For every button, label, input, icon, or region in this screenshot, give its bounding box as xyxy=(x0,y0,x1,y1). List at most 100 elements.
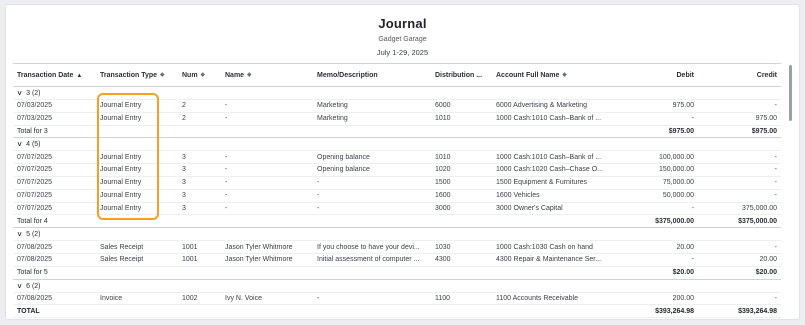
cell-distribution: 4300 xyxy=(431,253,492,267)
cell-credit: - xyxy=(698,150,781,165)
chevron-down-icon[interactable]: ∨ xyxy=(16,140,22,148)
cell-account: 3000 Owner's Capital xyxy=(492,202,615,216)
cell-account: 1000 Cash:1030 Cash on hand xyxy=(492,240,615,254)
group-total-label: Total for 3 xyxy=(13,125,615,139)
cell-memo: - xyxy=(313,292,431,306)
column-header-transaction-date[interactable]: Transaction Date ▲ xyxy=(13,63,96,87)
cell-distribution: 1100 xyxy=(431,292,492,306)
sort-icon[interactable]: ◆ xyxy=(247,72,251,78)
column-header-memo[interactable]: Memo/Description xyxy=(313,63,431,87)
table-row[interactable]: 07/08/2025 Sales Receipt 1001 Jason Tyler W… xyxy=(13,253,781,267)
cell-transaction-date: 07/08/2025 xyxy=(13,292,96,306)
cell-num: 1001 xyxy=(178,253,221,267)
scrollbar-thumb[interactable] xyxy=(789,65,792,121)
sort-icon[interactable]: ◆ xyxy=(201,72,205,78)
column-header-name[interactable]: Name ◆ xyxy=(221,63,313,87)
sort-icon[interactable]: ◆ xyxy=(562,72,566,78)
group-total-label: Total for 5 xyxy=(13,266,615,280)
cell-memo: Marketing xyxy=(313,112,431,126)
cell-name: - xyxy=(221,112,313,126)
sort-ascending-icon[interactable]: ▲ xyxy=(76,73,82,79)
chevron-down-icon[interactable]: ∨ xyxy=(16,230,22,238)
cell-name: - xyxy=(221,202,313,216)
report-company: Gadget Garage xyxy=(378,36,427,43)
cell-transaction-type: Journal Entry xyxy=(96,112,178,126)
group-label[interactable]: ∨ 3 (2) xyxy=(13,86,781,100)
cell-credit: 20.00 xyxy=(698,253,781,267)
group-total-debit: $975.00 xyxy=(615,125,698,139)
table-row[interactable]: 07/03/2025 Journal Entry 2- Marketing 1010 10… xyxy=(13,112,781,126)
journal-table: Transaction Date ▲ Transaction Type ◆ Num ◆… xyxy=(13,63,781,319)
cell-name: Ivy N. Voice xyxy=(221,292,313,306)
cell-memo: Marketing xyxy=(313,99,431,113)
report-title: Journal xyxy=(378,16,427,31)
group-total-debit: $20.00 xyxy=(615,266,698,280)
group-header-row[interactable]: ∨ 5 (2) xyxy=(13,227,781,242)
cell-memo: Initial assessment of computer ... xyxy=(313,253,431,267)
cell-debit: - xyxy=(615,202,698,216)
column-header-distribution[interactable]: Distribution ... xyxy=(431,63,492,87)
group-total-row: Total for 5 $20.00 $20.00 xyxy=(13,266,781,280)
group-label-text: 5 (2) xyxy=(26,231,41,239)
cell-distribution: 3000 xyxy=(431,202,492,216)
group-header-row[interactable]: ∨ 3 (2) xyxy=(13,86,781,100)
cell-transaction-date: 07/03/2025 xyxy=(13,112,96,126)
group-total-row: Total for 4 $375,000.00 $375,000.00 xyxy=(13,214,781,229)
cell-account: 1000 Cash:1010 Cash–Bank of ... xyxy=(492,112,615,126)
cell-transaction-type: Journal Entry xyxy=(96,176,178,190)
cell-num: 3 xyxy=(178,202,221,216)
cell-transaction-date: 07/07/2025 xyxy=(13,163,96,177)
chevron-down-icon[interactable]: ∨ xyxy=(16,282,22,290)
cell-name: Jason Tyler Whitmore xyxy=(221,253,313,267)
column-header-credit[interactable]: Credit xyxy=(698,63,781,87)
cell-credit: - xyxy=(698,99,781,113)
column-header-account-full-name[interactable]: Account Full Name ◆ xyxy=(492,63,615,87)
group-label[interactable]: ∨ 5 (2) xyxy=(13,227,781,242)
cell-transaction-type: Journal Entry xyxy=(96,150,178,165)
table-row[interactable]: 07/03/2025 Journal Entry 2- Marketing 6000 60… xyxy=(13,99,781,113)
table-row[interactable]: 07/07/2025 Journal Entry 3- -1600 1600 Vehic… xyxy=(13,189,781,203)
group-total-label: Total for 4 xyxy=(13,214,615,229)
cell-distribution: 1600 xyxy=(431,189,492,203)
cell-transaction-date: 07/07/2025 xyxy=(13,176,96,190)
cell-account: 6000 Advertising & Marketing xyxy=(492,99,615,113)
column-header-transaction-type[interactable]: Transaction Type ◆ xyxy=(96,63,178,87)
cell-transaction-type: Journal Entry xyxy=(96,163,178,177)
group-header-row[interactable]: ∨ 4 (5) xyxy=(13,137,781,152)
cell-num: 3 xyxy=(178,150,221,165)
chevron-down-icon[interactable]: ∨ xyxy=(16,89,22,97)
cell-debit: 150,000.00 xyxy=(615,163,698,177)
group-header-row[interactable]: ∨ 6 (2) xyxy=(13,279,781,293)
cell-memo: - xyxy=(313,202,431,216)
cell-debit: - xyxy=(615,112,698,126)
table-row[interactable]: 07/08/2025 Invoice 1002 Ivy N. Voice -1100 11… xyxy=(13,292,781,306)
cell-distribution: 6000 xyxy=(431,99,492,113)
table-row[interactable]: 07/07/2025 Journal Entry 3- Opening balance… xyxy=(13,150,781,165)
group-label-text: 6 (2) xyxy=(26,282,41,290)
cell-credit: 975.00 xyxy=(698,112,781,126)
column-header-debit[interactable]: Debit xyxy=(615,63,698,87)
cell-debit: - xyxy=(615,253,698,267)
cell-transaction-date: 07/07/2025 xyxy=(13,202,96,216)
cell-debit: 20.00 xyxy=(615,240,698,254)
sort-icon[interactable]: ◆ xyxy=(160,72,164,78)
cell-credit: - xyxy=(698,240,781,254)
cell-name: - xyxy=(221,99,313,113)
group-label[interactable]: ∨ 6 (2) xyxy=(13,279,781,293)
group-label[interactable]: ∨ 4 (5) xyxy=(13,137,781,152)
cell-transaction-type: Invoice xyxy=(96,292,178,306)
cell-transaction-type: Journal Entry xyxy=(96,189,178,203)
cell-num: 3 xyxy=(178,163,221,177)
table-row[interactable]: 07/07/2025 Journal Entry 3- -1500 1500 Equip… xyxy=(13,176,781,190)
cell-name: - xyxy=(221,150,313,165)
journal-table-body: ∨ 3 (2) 07/03/2025 Journal Entry 2- Marketing… xyxy=(13,86,781,319)
grand-total-label: TOTAL xyxy=(13,304,615,319)
cell-debit: 50,000.00 xyxy=(615,189,698,203)
table-row[interactable]: 07/07/2025 Journal Entry 3- Opening balance… xyxy=(13,163,781,177)
table-row[interactable]: 07/08/2025 Sales Receipt 1001 Jason Tyler W… xyxy=(13,240,781,254)
column-header-num[interactable]: Num ◆ xyxy=(178,63,221,87)
cell-credit: - xyxy=(698,292,781,306)
table-row[interactable]: 07/07/2025 Journal Entry 3- -3000 3000 Owner… xyxy=(13,202,781,216)
cell-name: - xyxy=(221,176,313,190)
journal-report-card: Journal Gadget Garage July 1-29, 2025 Tr… xyxy=(5,4,800,320)
